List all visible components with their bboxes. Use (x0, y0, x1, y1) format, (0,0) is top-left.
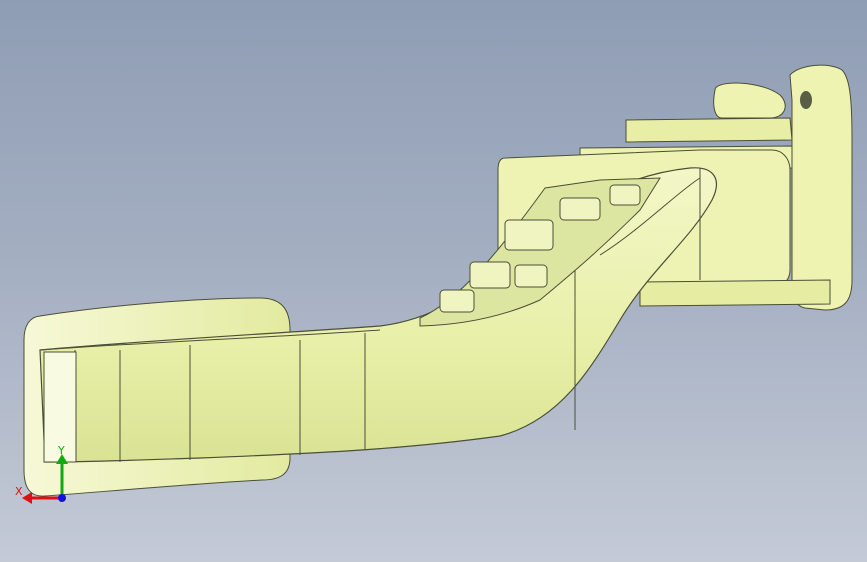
lower-rail (639, 279, 831, 307)
pivot-hole (800, 91, 812, 109)
upper-rail (625, 117, 793, 143)
pivot-bracket (789, 64, 853, 311)
pedal-model[interactable] (0, 0, 867, 562)
bracket-top-bulge (713, 82, 786, 119)
cad-viewport[interactable]: X Y (0, 0, 867, 562)
x-axis-label: X (15, 485, 23, 498)
coordinate-triad: X Y (10, 438, 80, 508)
x-axis-head (22, 492, 32, 504)
z-axis-dot (58, 494, 66, 502)
y-axis-label: Y (58, 444, 65, 457)
